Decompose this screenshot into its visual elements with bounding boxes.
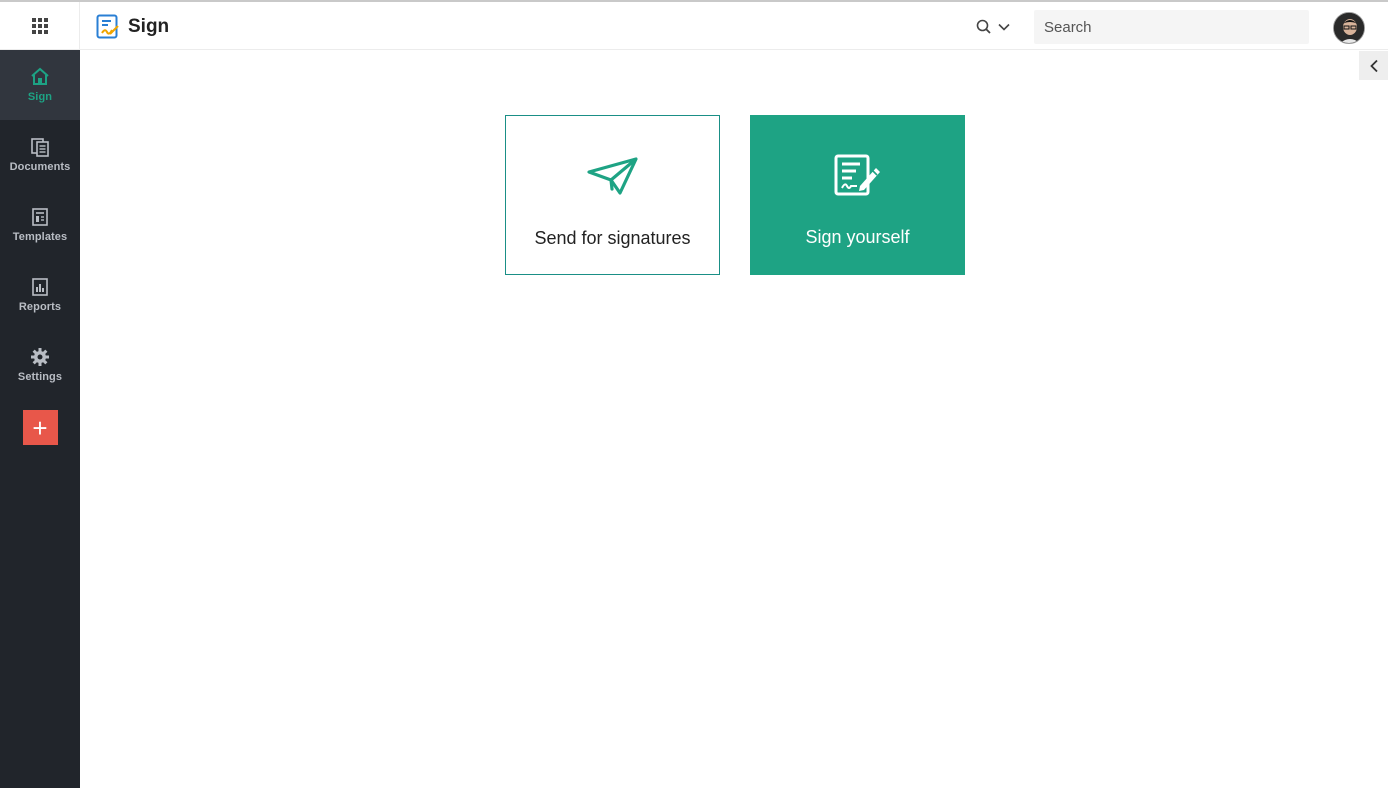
collapse-panel-button[interactable]: [1359, 51, 1388, 80]
card-label: Sign yourself: [805, 227, 910, 247]
sign-logo-icon: [96, 14, 119, 39]
sign-yourself-card[interactable]: Sign yourself: [750, 115, 965, 275]
templates-icon: [32, 208, 48, 226]
search-input[interactable]: [1034, 10, 1309, 44]
apps-grid-icon: [31, 18, 48, 34]
sidebar-item-label: Documents: [9, 161, 71, 173]
sidebar-item-sign[interactable]: Sign: [0, 50, 80, 120]
reports-icon: [32, 278, 48, 296]
app-title: Sign: [128, 16, 170, 37]
sidebar-item-label: Templates: [12, 231, 68, 243]
top-bar: Sign: [0, 0, 1388, 50]
sidebar-item-label: Settings: [17, 371, 63, 383]
chevron-left-icon: [1369, 59, 1378, 72]
plus-icon: +: [32, 412, 48, 443]
sidebar-item-label: Sign: [27, 91, 53, 103]
chevron-down-icon: [998, 23, 1010, 31]
sidebar-item-reports[interactable]: Reports: [0, 260, 80, 330]
gear-icon: [31, 348, 49, 366]
search-scope-dropdown[interactable]: [976, 16, 1020, 38]
sidebar-item-documents[interactable]: Documents: [0, 120, 80, 190]
card-label: Send for signatures: [534, 228, 691, 248]
sign-document-icon: [834, 154, 880, 196]
paper-plane-icon: [586, 157, 638, 195]
send-for-signatures-card[interactable]: Send for signatures: [505, 115, 720, 275]
sidebar-item-settings[interactable]: Settings: [0, 330, 80, 400]
app-brand[interactable]: Sign: [96, 13, 169, 41]
add-button[interactable]: +: [22, 410, 58, 445]
sidebar-item-templates[interactable]: Templates: [0, 190, 80, 260]
home-icon: [31, 67, 49, 85]
apps-menu-button[interactable]: [0, 2, 80, 50]
sidebar-item-label: Reports: [18, 301, 62, 313]
search-icon: [976, 19, 991, 34]
avatar-image: [1334, 13, 1364, 43]
user-avatar[interactable]: [1333, 12, 1365, 44]
documents-icon: [31, 138, 49, 157]
sidebar: Sign Documents Templates Reports Setting…: [0, 50, 80, 788]
